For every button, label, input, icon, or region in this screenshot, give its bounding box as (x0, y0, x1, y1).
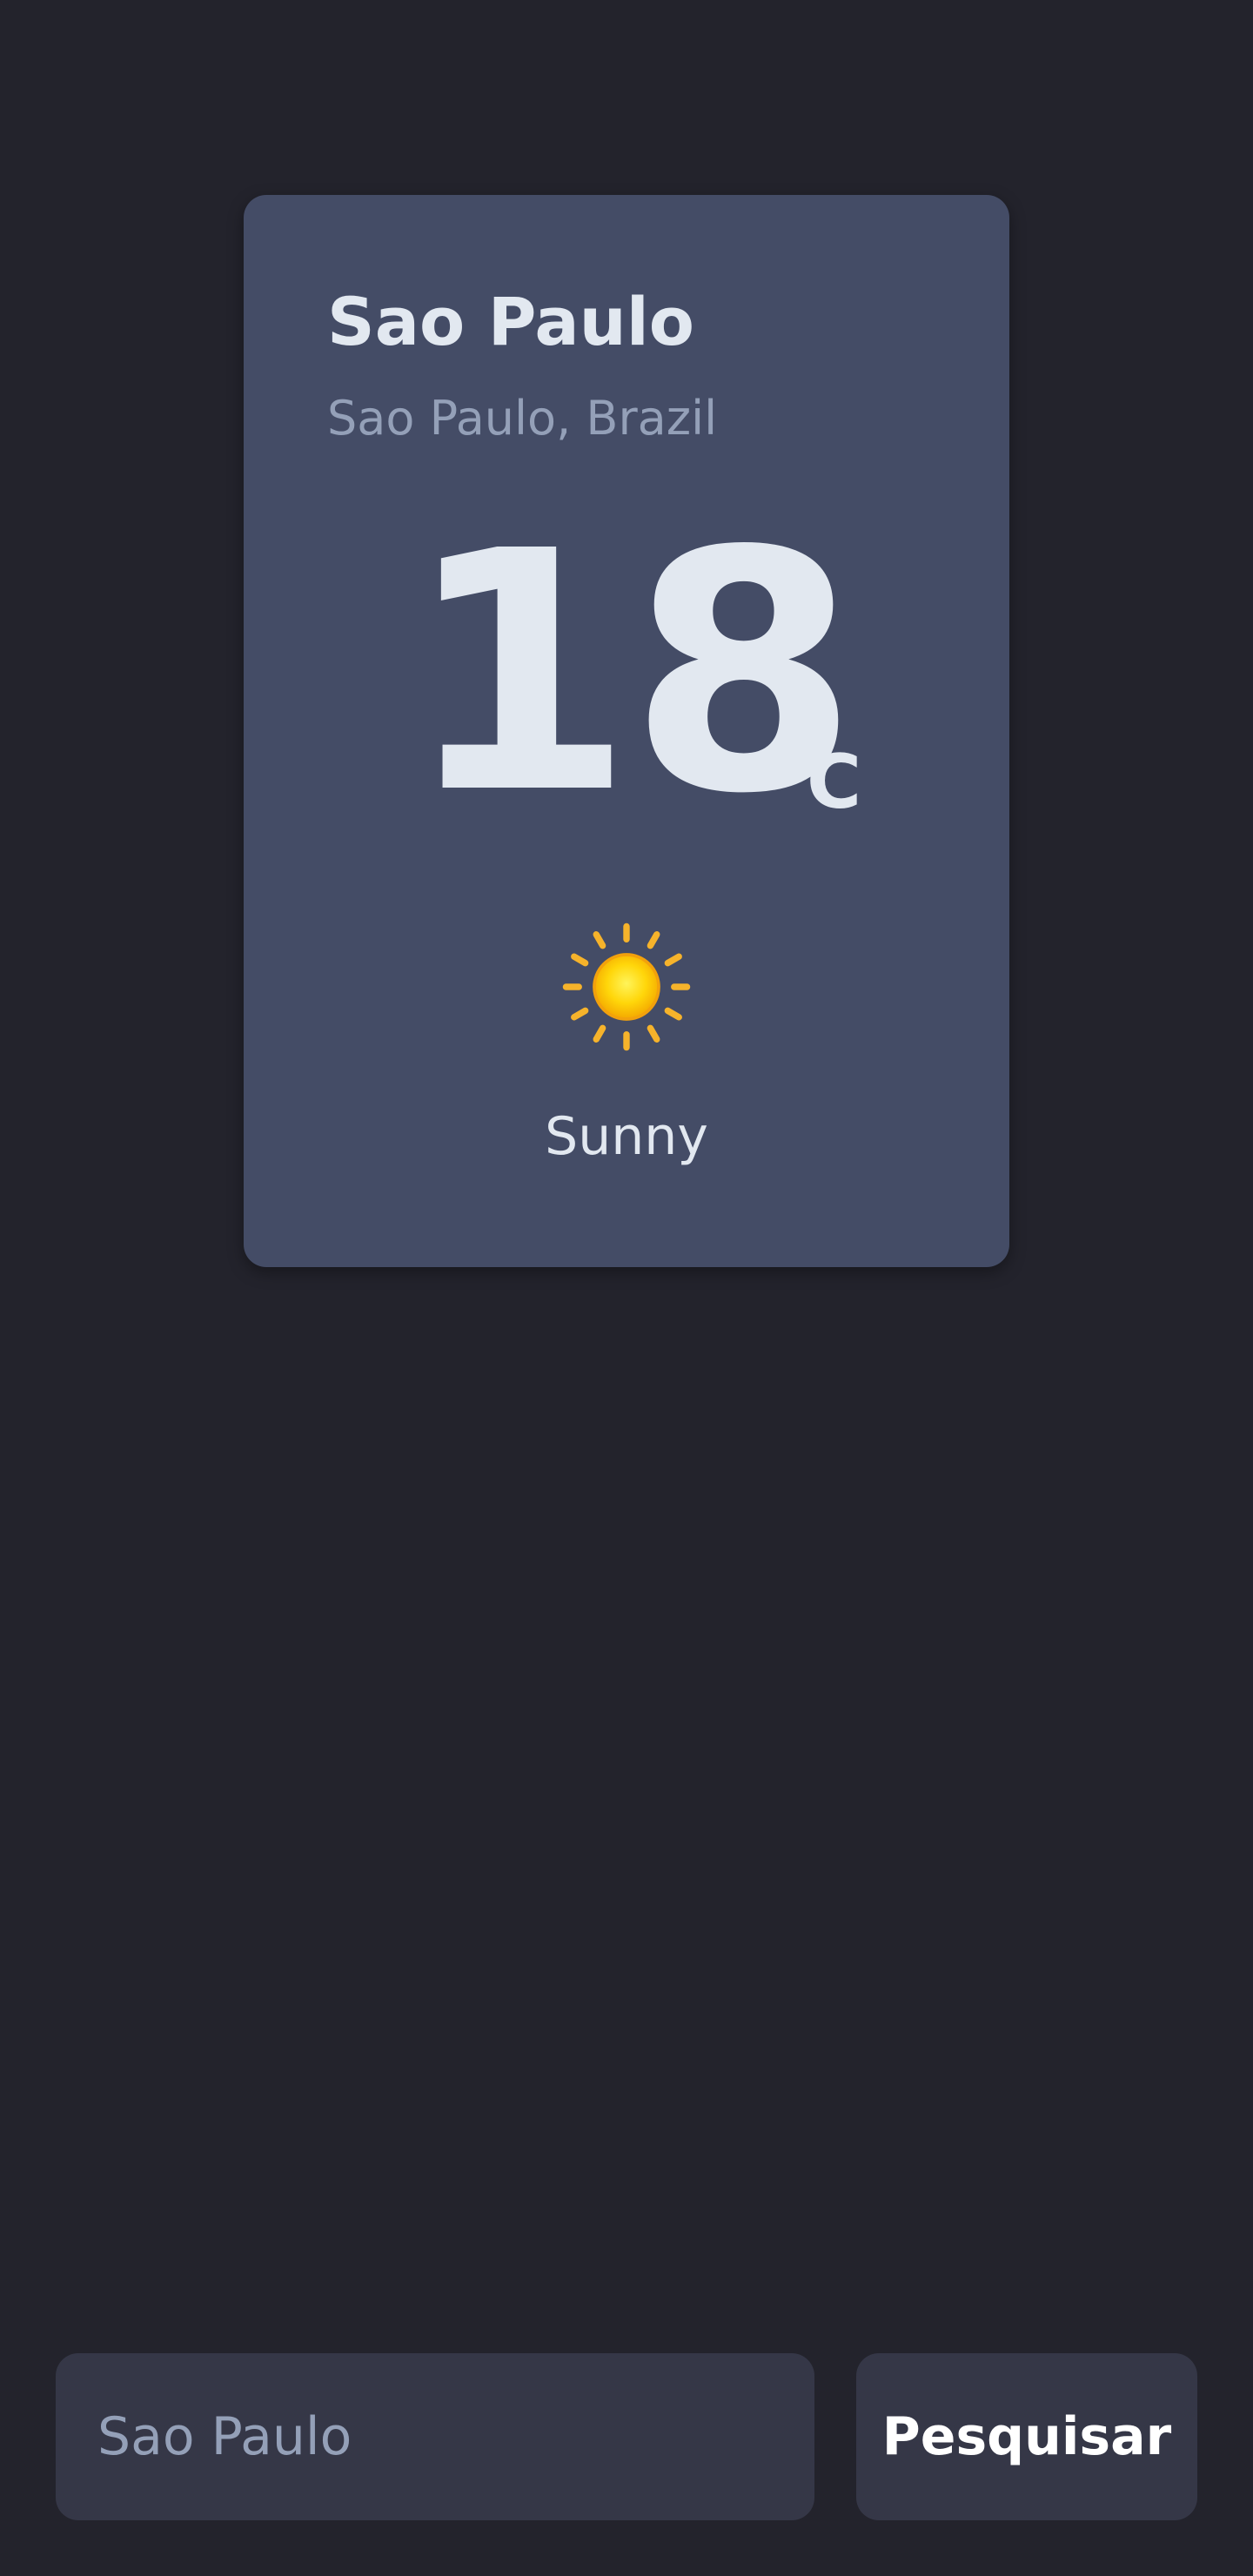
sun-icon (562, 922, 691, 1051)
temperature-display: 18 °C (244, 508, 1009, 839)
temperature-unit: °C (769, 739, 862, 826)
weather-condition: Sunny (545, 1106, 708, 1167)
city-name: Sao Paulo (327, 283, 695, 360)
search-input[interactable] (56, 2353, 814, 2520)
search-button[interactable]: Pesquisar (856, 2353, 1197, 2520)
city-region: Sao Paulo, Brazil (327, 391, 718, 446)
weather-card: Sao Paulo Sao Paulo, Brazil 18 °C Sunny (244, 195, 1009, 1267)
